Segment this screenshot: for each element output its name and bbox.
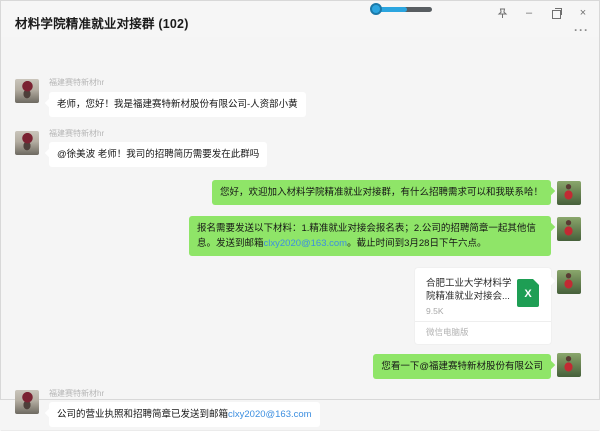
message-text: 您看一下@福建赛特新材股份有限公司 xyxy=(381,361,543,372)
minimize-icon[interactable]: – xyxy=(522,6,536,20)
maximize-icon[interactable] xyxy=(549,6,563,20)
file-attachment-card[interactable]: 合肥工业大学材料学院精准就业对接会... X 9.5K 微信电脑版 xyxy=(415,268,551,344)
message-text: 您好，欢迎加入材料学院精准就业对接群，有什么招聘需求可以和我联系哈！ xyxy=(220,187,543,198)
overlay-slider xyxy=(370,3,434,16)
avatar[interactable] xyxy=(557,270,581,294)
message-text: 老师，您好！我是福建赛特新材股份有限公司-人资部小黄 xyxy=(57,99,298,110)
avatar[interactable] xyxy=(15,131,39,155)
title-bar: 材料学院精准就业对接群 (102) – × ··· xyxy=(1,1,599,37)
message-text: 。截止时间到3月28日下午六点。 xyxy=(347,238,486,249)
slider-knob[interactable] xyxy=(370,3,382,15)
sender-name: 福建赛特新材hr xyxy=(49,388,104,399)
more-menu-icon[interactable]: ··· xyxy=(574,23,589,37)
window-controls: – × xyxy=(495,6,590,20)
file-name: 合肥工业大学材料学院精准就业对接会... xyxy=(426,277,518,303)
card-divider xyxy=(415,321,551,322)
avatar[interactable] xyxy=(557,353,581,377)
file-size: 9.5K xyxy=(426,306,444,316)
pin-icon[interactable] xyxy=(495,6,509,20)
email-link[interactable]: clxy2020@163.com xyxy=(228,409,312,420)
wechat-window: { "window": { "title": "材料学院精准就业对接群 (102… xyxy=(0,0,600,400)
avatar[interactable] xyxy=(15,79,39,103)
message-text: @徐美波 老师！我司的招聘简历需要发在此群吗 xyxy=(57,149,259,160)
message-text: 公司的营业执照和招聘简章已发送到邮箱 xyxy=(57,409,228,420)
sender-name: 福建赛特新材hr xyxy=(49,77,104,88)
chat-area: 福建赛特新材hr 老师，您好！我是福建赛特新材股份有限公司-人资部小黄 福建赛特… xyxy=(1,37,599,399)
excel-file-icon: X xyxy=(517,279,539,307)
avatar[interactable] xyxy=(15,390,39,414)
message-bubble[interactable]: 您看一下@福建赛特新材股份有限公司 xyxy=(373,354,551,379)
message-bubble[interactable]: 公司的营业执照和招聘简章已发送到邮箱clxy2020@163.com xyxy=(49,402,320,427)
file-source: 微信电脑版 xyxy=(426,326,469,338)
avatar[interactable] xyxy=(557,217,581,241)
excel-letter: X xyxy=(517,288,539,300)
avatar[interactable] xyxy=(557,181,581,205)
message-bubble[interactable]: @徐美波 老师！我司的招聘简历需要发在此群吗 xyxy=(49,142,267,167)
close-icon[interactable]: × xyxy=(576,6,590,20)
message-bubble[interactable]: 老师，您好！我是福建赛特新材股份有限公司-人资部小黄 xyxy=(49,92,306,117)
message-bubble[interactable]: 您好，欢迎加入材料学院精准就业对接群，有什么招聘需求可以和我联系哈！ xyxy=(212,180,551,205)
chat-title: 材料学院精准就业对接群 (102) xyxy=(15,13,189,32)
restore-glyph xyxy=(552,10,561,19)
email-link[interactable]: clxy2020@163.com xyxy=(264,238,348,249)
sender-name: 福建赛特新材hr xyxy=(49,128,104,139)
message-bubble[interactable]: 报名需要发送以下材料：1.精准就业对接会报名表；2.公司的招聘简章一起其他信息。… xyxy=(189,216,551,256)
